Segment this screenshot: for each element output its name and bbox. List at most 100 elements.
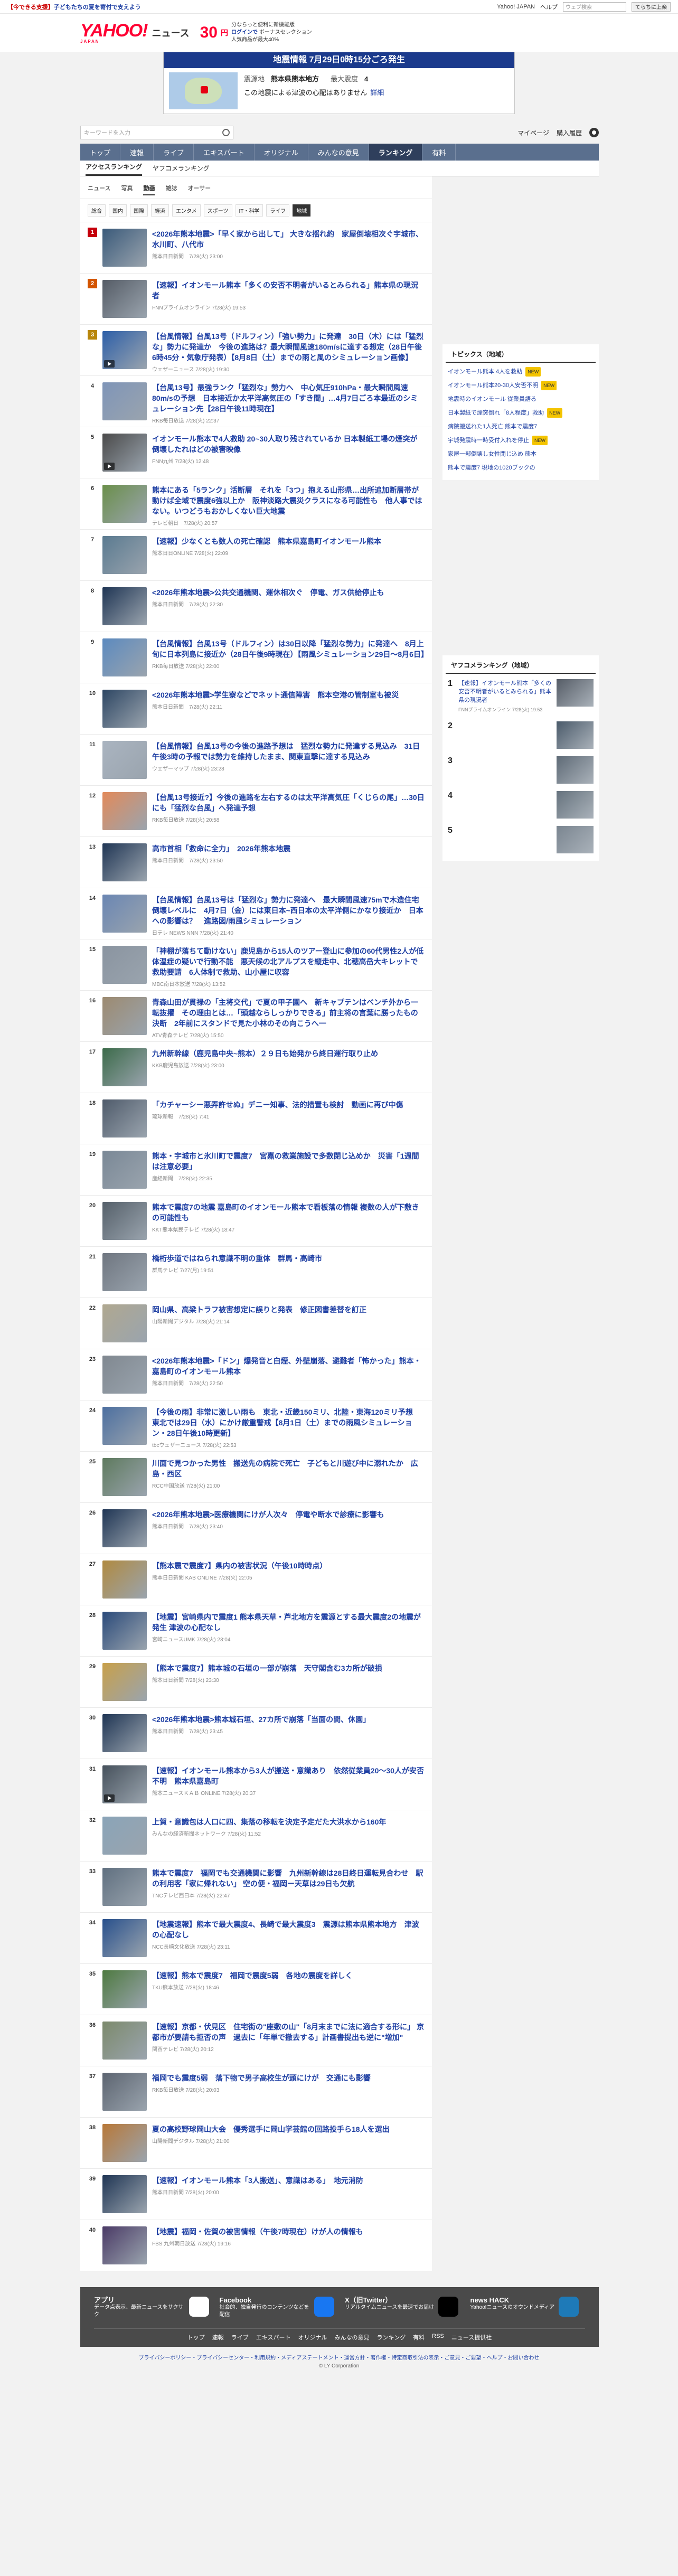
topic-link[interactable]: 熊本で震度7 現地の1020ブックの [442, 461, 599, 475]
article-thumbnail[interactable] [102, 1253, 147, 1291]
footer-app[interactable]: news HACK Yahoo!ニュースのオウンドメディア [470, 2297, 586, 2319]
article-thumbnail[interactable] [102, 1868, 147, 1906]
web-search-button[interactable]: てらちに上楽 [632, 2, 671, 12]
ranking-item[interactable]: 30 <2026年熊本地震>熊本城石垣、27カ所で崩落「当面の間、休園」 熊本日日新… [80, 1708, 432, 1759]
ranking-item[interactable]: 28 【地震】宮崎県内で震度1 熊本県天草・芦北地方を震源とする最大震度2の地震が… [80, 1605, 432, 1657]
footer-app[interactable]: X（旧Twitter） リアルタイムニュースを最速でお届け [345, 2297, 460, 2319]
article-title[interactable]: 橋桁歩道ではねられ意識不明の重体 群馬・高崎市 [152, 1254, 322, 1263]
article-title[interactable]: 【熊本震で震度7】県内の被害状況（午後10時時点） [152, 1562, 327, 1570]
article-title[interactable]: 岡山県、高梁トラフ被害想定に誤りと発表 修正図書差替を訂正 [152, 1305, 366, 1314]
footer-app[interactable]: Facebook 社会的、独自発行のコンテンツなどを配信 [220, 2297, 334, 2319]
article-title[interactable]: 高市首相「救命に全力」 2026年熊本地震 [152, 844, 290, 853]
category-tab[interactable]: 経済 [151, 204, 169, 217]
mypage-link[interactable]: マイページ [517, 128, 549, 137]
legal-links[interactable]: プライバシーポリシー・プライバシーセンター・利用規約・メディアステートメント・運… [0, 2347, 678, 2363]
footer-link[interactable]: 有料 [413, 2333, 425, 2342]
ranking-item[interactable]: 35 【速報】熊本で震度7 福岡で震度5弱 各地の震度を詳しく TKU熊本放送 7/… [80, 1964, 432, 2015]
article-title[interactable]: 福岡でも震度5弱 落下物で男子高校生が頭にけが 交通にも影響 [152, 2074, 371, 2082]
nav-tab[interactable]: 速報 [120, 144, 154, 161]
ranking-item[interactable]: 9 【台風情報】台風13号（ドルフィン）は30日以降「猛烈な勢力」に発達へ 8月上… [80, 632, 432, 683]
article-title[interactable]: 青森山田が貫禄の「主将交代」で夏の甲子園へ 新キャプテンはベンチ外から一転抜擢 … [152, 998, 418, 1028]
article-thumbnail[interactable] [102, 1970, 147, 2008]
ranking-item[interactable]: 16 青森山田が貫禄の「主将交代」で夏の甲子園へ 新キャプテンはベンチ外から一転抜… [80, 991, 432, 1042]
nav-tab[interactable]: トップ [80, 144, 121, 161]
comment-rank-thumbnail[interactable] [557, 721, 594, 749]
ranking-item[interactable]: 18 「カチャーシー悪弄許せぬ」デニー知事、法的措置も検討 動画に再び中傷 琉球新報… [80, 1093, 432, 1144]
gear-icon[interactable] [589, 128, 599, 137]
service-name[interactable]: ニュース [152, 26, 189, 40]
topic-link[interactable]: 家屋一部倒壊し女性閉じ込め 熊本 [442, 447, 599, 461]
keyword-search-input[interactable]: キーワードを入力 [80, 126, 233, 139]
article-title[interactable]: 【台風情報】台風13号（ドルフィン）「強い勢力」に発達 30日（木）には「猛烈な… [152, 332, 423, 362]
article-thumbnail[interactable] [102, 1560, 147, 1599]
subtab[interactable]: ヤフコメランキング [153, 164, 210, 176]
article-title[interactable]: 【地震】福岡・佐賀の被害情報（午後7時現在）けが人の情報も [152, 2227, 363, 2236]
media-tab[interactable]: 写真 [121, 184, 133, 195]
article-thumbnail[interactable] [102, 1612, 147, 1650]
ranking-item[interactable]: 1 <2026年熊本地震>「早く家から出して」 大きな揺れ約 家屋倒壊相次ぐ宇城市… [80, 222, 432, 274]
comment-ranking-item[interactable]: 3 [442, 751, 599, 786]
ranking-item[interactable]: 14 【台風情報】台風13号は「猛烈な」勢力に発達へ 最大瞬間風速75mで木造住宅… [80, 888, 432, 939]
search-icon[interactable] [222, 129, 230, 136]
article-title[interactable]: 【台風情報】台風13号の今後の進路予想は 猛烈な勢力に発達する見込み 31日午後… [152, 742, 420, 761]
article-thumbnail[interactable] [102, 895, 147, 933]
article-thumbnail[interactable] [102, 280, 147, 318]
points-promo[interactable]: 30 円 分ならっと便利に新機能版 ログインで ボーナスセレクション 人気商品が… [200, 22, 312, 44]
article-thumbnail[interactable] [102, 638, 147, 676]
footer-link[interactable]: みんなの意見 [334, 2333, 369, 2342]
category-tab[interactable]: 国際 [130, 204, 148, 217]
ranking-item[interactable]: 39 【速報】イオンモール熊本「3人搬送」、意識はある」 地元消防 熊本日日新聞 7… [80, 2169, 432, 2220]
article-thumbnail[interactable] [102, 1458, 147, 1496]
history-link[interactable]: 購入履歴 [557, 128, 582, 137]
article-thumbnail[interactable] [102, 690, 147, 728]
article-thumbnail[interactable] [102, 1817, 147, 1855]
article-thumbnail[interactable] [102, 2175, 147, 2213]
alert-detail-link[interactable]: 詳細 [370, 89, 384, 97]
article-thumbnail[interactable] [102, 2124, 147, 2162]
article-thumbnail[interactable] [102, 1714, 147, 1752]
ranking-item[interactable]: 4 【台風13号】最強ランク「猛烈な」勢力へ 中心気圧910hPa・最大瞬間風速8… [80, 376, 432, 427]
article-thumbnail[interactable] [102, 1765, 147, 1803]
footer-link[interactable]: ランキング [376, 2333, 406, 2342]
article-title[interactable]: 【熊本で震度7】熊本城の石垣の一部が崩落 天守閣含む3カ所が破損 [152, 1664, 382, 1672]
article-title[interactable]: 【地震】宮崎県内で震度1 熊本県天草・芦北地方を震源とする最大震度2の地震が発生… [152, 1613, 421, 1632]
article-title[interactable]: 【台風情報】台風13号（ドルフィン）は30日以降「猛烈な勢力」に発達へ 8月上旬… [152, 640, 428, 659]
article-thumbnail[interactable] [102, 792, 147, 830]
article-title[interactable]: 熊本にある「5ランク」活断層 それを「3つ」抱える山形県…出所追加断層帯が動けば… [152, 486, 422, 515]
article-title[interactable]: <2026年熊本地震>「早く家から出して」 大きな揺れ約 家屋倒壊相次ぐ宇城市、… [152, 230, 423, 249]
article-title[interactable]: 【今後の雨】非常に激しい雨も 東北・近畿150ミリ、北陸・東海120ミリ予想 東… [152, 1408, 420, 1437]
media-tab[interactable]: 雑誌 [165, 184, 177, 195]
ranking-item[interactable]: 8 <2026年熊本地震>公共交通機関、運休相次ぐ 停電、ガス供給停止も 熊本日日新… [80, 581, 432, 632]
article-title[interactable]: 【速報】イオンモール熊本「3人搬送」、意識はある」 地元消防 [152, 2176, 363, 2185]
article-title[interactable]: 【台風13号接近?】今後の進路を左右するのは太平洋高気圧「くじらの尾」…30日に… [152, 793, 425, 812]
media-tab[interactable]: オーサー [187, 184, 211, 195]
article-title[interactable]: <2026年熊本地震>医療機関にけが人次々 停電や断水で診療に影響も [152, 1510, 384, 1519]
article-thumbnail[interactable] [102, 1407, 147, 1445]
footer-link[interactable]: ライブ [231, 2333, 249, 2342]
ranking-item[interactable]: 31 【速報】イオンモール熊本から3人が搬送・意識あり 依然従業員20～30人が安… [80, 1759, 432, 1810]
article-thumbnail[interactable] [102, 2022, 147, 2060]
article-title[interactable]: <2026年熊本地震>熊本城石垣、27カ所で崩落「当面の間、休園」 [152, 1715, 370, 1724]
ranking-item[interactable]: 40 【地震】福岡・佐賀の被害情報（午後7時現在）けが人の情報も FBS 九州朝日放… [80, 2220, 432, 2271]
article-thumbnail[interactable] [102, 946, 147, 984]
article-title[interactable]: 熊本で震度7の地震 嘉島町のイオンモール熊本で看板落の情報 複数の人が下敷きの可… [152, 1203, 419, 1222]
footer-link[interactable]: オリジナル [298, 2333, 327, 2342]
article-title[interactable]: 【速報】少なくとも数人の死亡確認 熊本県嘉島町イオンモール熊本 [152, 537, 381, 546]
ranking-item[interactable]: 29 【熊本で震度7】熊本城の石垣の一部が崩落 天守閣含む3カ所が破損 熊本日日新聞… [80, 1657, 432, 1708]
comment-rank-title[interactable]: 【速報】イオンモール熊本「多くの安否不明者がいるとみられる」熊本県の現況者 [458, 679, 552, 704]
article-title[interactable]: 【速報】京都・伏見区 住宅街の"座敷の山"「8月末までに法に適合する形に」 京都… [152, 2023, 424, 2042]
article-thumbnail[interactable] [102, 1663, 147, 1701]
earthquake-alert[interactable]: 地震情報 7月29日0時15分ごろ発生 震源地 熊本県熊本地方 最大震度 4 この地震… [163, 52, 515, 114]
ranking-item[interactable]: 32 上賀・意識包は人口に四、集落の移転を決定予定だた大洪水から160年 みんなの経… [80, 1810, 432, 1862]
footer-link[interactable]: ニュース提供社 [451, 2333, 492, 2342]
ranking-item[interactable]: 11 【台風情報】台風13号の今後の進路予想は 猛烈な勢力に発達する見込み 31日… [80, 735, 432, 786]
article-title[interactable]: <2026年熊本地震>「ドン」爆発音と白煙、外壁崩落、避難者「怖かった」熊本・嘉… [152, 1357, 421, 1376]
ranking-item[interactable]: 20 熊本で震度7の地震 嘉島町のイオンモール熊本で看板落の情報 複数の人が下敷き… [80, 1196, 432, 1247]
topic-link[interactable]: 病院搬送れた1人死亡 熊本で震度7 [442, 420, 599, 434]
footer-link[interactable]: RSS [432, 2333, 444, 2342]
web-search-input[interactable]: ウェブ検索 [563, 2, 626, 12]
article-thumbnail[interactable] [102, 1099, 147, 1137]
footer-app[interactable]: アプリ データ点表示、最新ニュースをサクサク [94, 2297, 209, 2319]
article-thumbnail[interactable] [102, 741, 147, 779]
ranking-item[interactable]: 19 熊本・宇城市と氷川町で震度7 宮嘉の救業施設で多数閉じ込めか 災害「1週間は… [80, 1144, 432, 1196]
